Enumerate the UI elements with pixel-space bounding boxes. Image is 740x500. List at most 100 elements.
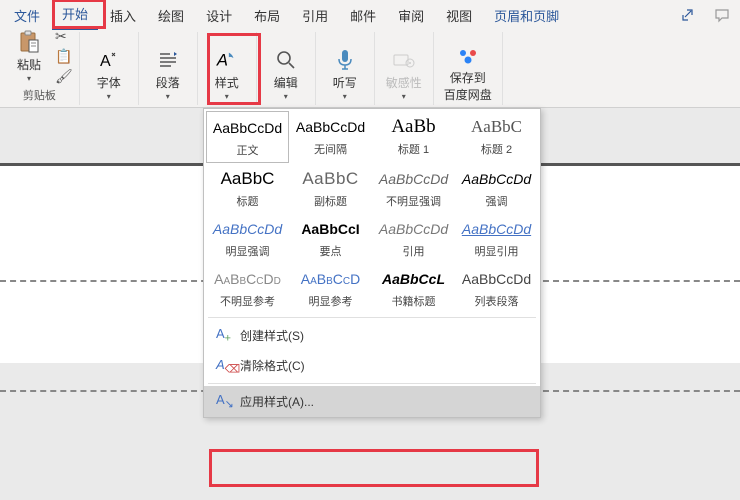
menu-mailings[interactable]: 邮件: [340, 2, 386, 29]
style-label: 副标题: [291, 193, 370, 209]
style-gallery-item[interactable]: AaBbCcL书籍标题: [372, 263, 455, 313]
sensitivity-button: 敏感性 ▾: [381, 45, 427, 103]
style-label: 标题: [208, 193, 287, 209]
style-label: 引用: [374, 243, 453, 259]
menu-draw[interactable]: 绘图: [148, 2, 194, 29]
style-gallery-item[interactable]: AaBbC 副标题: [289, 163, 372, 213]
style-gallery-item[interactable]: AaBbCcDd 强调: [455, 163, 538, 213]
style-label: 明显参考: [291, 293, 370, 309]
styles-button[interactable]: A 样式 ▾: [204, 45, 250, 103]
dropdown-arrow-icon: ▾: [27, 74, 31, 83]
style-preview: AaBbCcDd: [457, 219, 536, 239]
save-baidu-button[interactable]: 保存到 百度网盘: [440, 45, 496, 103]
styles-gallery-grid: AaBbCcDd正文AaBbCcDd无间隔AaBb标题 1AaBbC标题 2Aa…: [204, 109, 540, 315]
style-preview: AaBbCcDd: [374, 169, 453, 189]
style-preview: AaBbC: [291, 169, 370, 189]
apply-styles-menu-item[interactable]: A↘ 应用样式(A)...: [204, 386, 540, 417]
style-gallery-item[interactable]: AaBbCcDd明显引用: [455, 213, 538, 263]
menu-references[interactable]: 引用: [292, 2, 338, 29]
paragraph-label: 段落: [156, 74, 180, 91]
menu-home[interactable]: 开始: [52, 0, 98, 30]
cut-icon[interactable]: ✂: [55, 28, 73, 45]
dictate-button[interactable]: 听写 ▾: [322, 45, 368, 103]
paragraph-icon: [156, 48, 180, 72]
style-preview: AaBbCcDd: [457, 169, 536, 189]
styles-label: 样式: [215, 74, 239, 91]
menu-file[interactable]: 文件: [4, 2, 50, 29]
divider: [208, 383, 536, 384]
dropdown-arrow-icon: ▾: [166, 92, 170, 101]
clear-formatting-label: 清除格式(C): [240, 357, 305, 374]
clipboard-side-icons: ✂ 📋 🖌: [55, 28, 73, 85]
sensitivity-icon: [392, 48, 416, 72]
clear-formatting-menu-item[interactable]: A⌫ 清除格式(C): [204, 351, 540, 382]
ribbon-group-baidu: 保存到 百度网盘: [434, 32, 503, 105]
style-preview: AaBbC: [208, 169, 287, 189]
style-preview: AaBbCcD: [291, 269, 370, 289]
baidu-pan-icon: [456, 45, 480, 67]
styles-icon: A: [215, 48, 239, 72]
ribbon-group-editing: 编辑 ▾: [257, 32, 316, 105]
menu-layout[interactable]: 布局: [244, 2, 290, 29]
style-gallery-item[interactable]: AaBbCcDd 正文: [206, 111, 289, 163]
comments-icon[interactable]: [708, 4, 736, 26]
clipboard-group-label: 剪贴板: [23, 87, 56, 103]
style-gallery-item[interactable]: AaBbC 标题 2: [455, 111, 538, 163]
style-preview: AaBbCcDd: [208, 219, 287, 239]
paste-icon: [17, 30, 41, 54]
font-button[interactable]: A 字体 ▾: [86, 45, 132, 103]
ribbon-group-dictate: 听写 ▾: [316, 32, 375, 105]
apply-styles-label: 应用样式(A)...: [240, 393, 314, 410]
style-preview: AaBb: [374, 117, 453, 137]
style-label: 正文: [209, 142, 286, 158]
editing-label: 编辑: [274, 74, 298, 91]
divider: [208, 317, 536, 318]
dropdown-arrow-icon: ▾: [225, 92, 229, 101]
dictate-label: 听写: [333, 74, 357, 91]
styles-dropdown-panel: AaBbCcDd正文AaBbCcDd无间隔AaBb标题 1AaBbC标题 2Aa…: [203, 108, 541, 418]
ribbon-group-clipboard: 粘贴 ▾ ✂ 📋 🖌 剪贴板: [0, 32, 80, 105]
style-gallery-item[interactable]: AaBbCcDd列表段落: [455, 263, 538, 313]
paste-button[interactable]: 粘贴 ▾: [6, 27, 52, 85]
menu-design[interactable]: 设计: [196, 2, 242, 29]
clear-formatting-icon: A⌫: [216, 357, 232, 376]
svg-text:A: A: [216, 50, 228, 69]
style-label: 强调: [457, 193, 536, 209]
create-style-label: 创建样式(S): [240, 327, 304, 344]
dropdown-arrow-icon: ▾: [343, 92, 347, 101]
style-gallery-item[interactable]: AaBbCcDd无间隔: [289, 111, 372, 163]
style-label: 要点: [291, 243, 370, 259]
style-gallery-item[interactable]: AaBbCcDd 明显强调: [206, 213, 289, 263]
copy-icon[interactable]: 📋: [55, 48, 73, 65]
paragraph-button[interactable]: 段落 ▾: [145, 45, 191, 103]
menu-view[interactable]: 视图: [436, 2, 482, 29]
style-preview: AaBbCcDd: [209, 118, 286, 138]
dropdown-arrow-icon: ▾: [284, 92, 288, 101]
style-label: 明显强调: [208, 243, 287, 259]
style-gallery-item[interactable]: AaBbCcD 明显参考: [289, 263, 372, 313]
dropdown-arrow-icon: ▾: [107, 92, 111, 101]
create-style-menu-item[interactable]: A+ 创建样式(S): [204, 320, 540, 351]
menu-insert[interactable]: 插入: [100, 2, 146, 29]
style-label: 列表段落: [457, 293, 536, 309]
ribbon-group-styles: A 样式 ▾: [198, 32, 257, 105]
style-preview: AaBbCcDd: [208, 269, 287, 289]
style-gallery-item[interactable]: AaBb标题 1: [372, 111, 455, 163]
share-icon[interactable]: [674, 4, 702, 26]
style-gallery-item[interactable]: AaBbCcI要点: [289, 213, 372, 263]
style-preview: AaBbCcDd: [291, 117, 370, 137]
style-gallery-item[interactable]: AaBbCcDd不明显强调: [372, 163, 455, 213]
style-gallery-item[interactable]: AaBbCcDd引用: [372, 213, 455, 263]
editing-button[interactable]: 编辑 ▾: [263, 45, 309, 103]
style-label: 标题 2: [457, 141, 536, 157]
style-gallery-item[interactable]: AaBbC 标题: [206, 163, 289, 213]
format-painter-icon[interactable]: 🖌: [55, 68, 73, 85]
dropdown-arrow-icon: ▾: [402, 92, 406, 101]
create-style-icon: A+: [216, 326, 232, 345]
menu-review[interactable]: 审阅: [388, 2, 434, 29]
style-label: 不明显参考: [208, 293, 287, 309]
ribbon-group-font: A 字体 ▾: [80, 32, 139, 105]
style-gallery-item[interactable]: AaBbCcDd 不明显参考: [206, 263, 289, 313]
style-preview: AaBbC: [457, 117, 536, 137]
menu-header-footer[interactable]: 页眉和页脚: [484, 2, 569, 29]
